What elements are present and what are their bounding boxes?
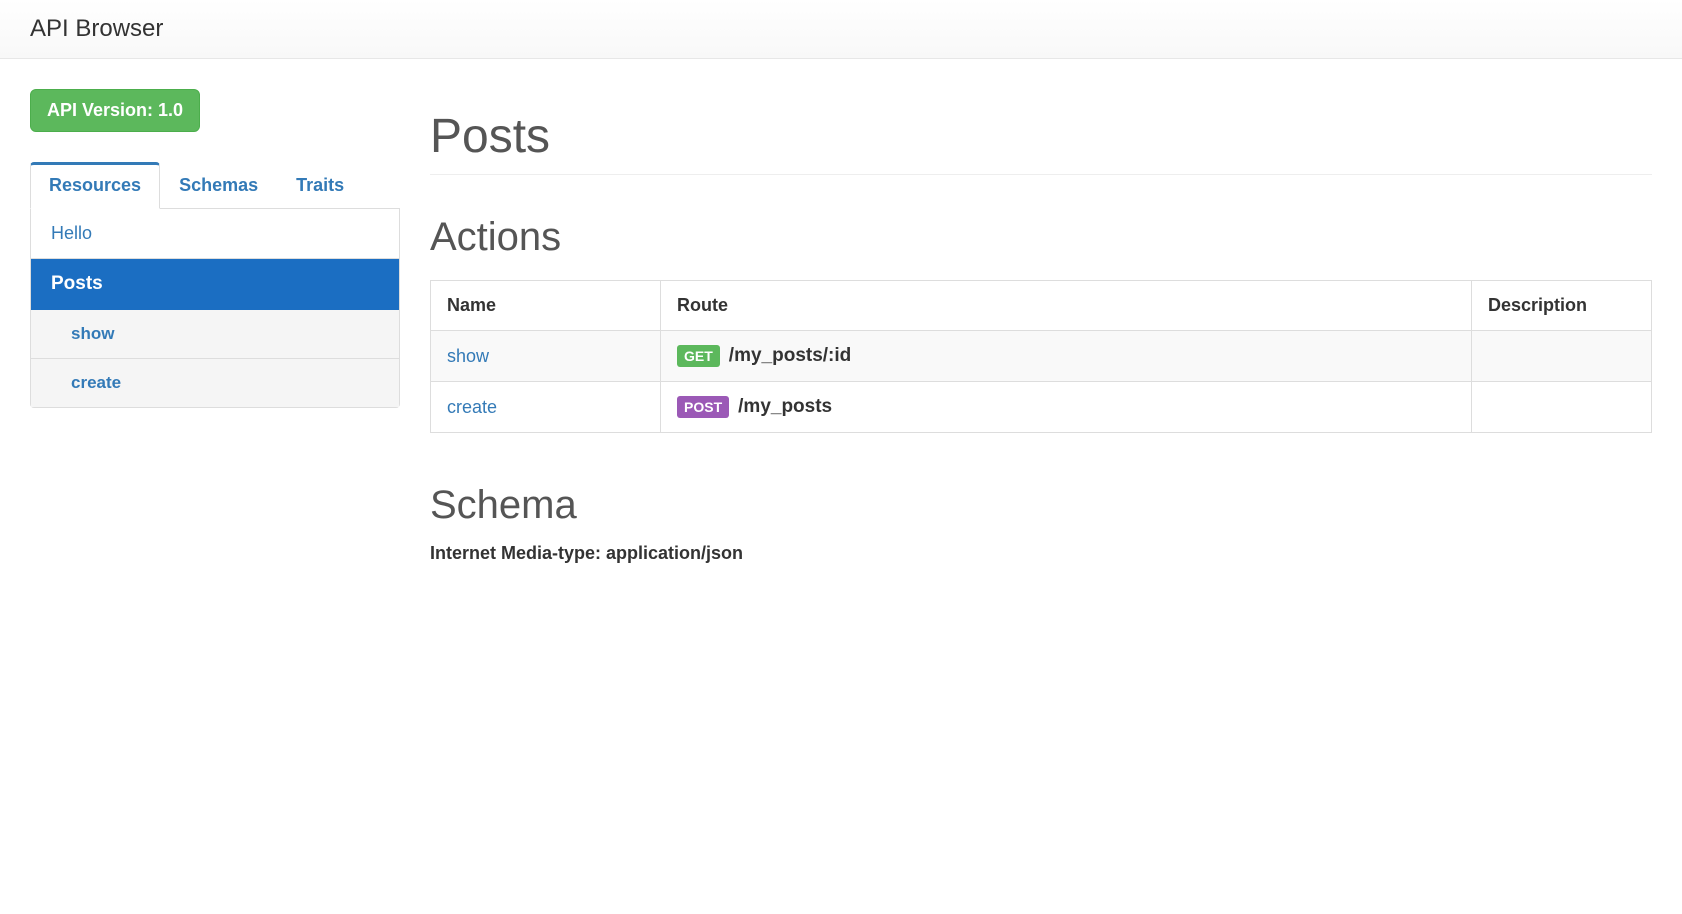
sidebar: API Version: 1.0 Resources Schemas Trait…: [30, 89, 400, 564]
route-path: /my_posts: [738, 396, 832, 417]
actions-table: Name Route Description show GET /my_post…: [430, 280, 1652, 433]
media-type-label: Internet Media-type: application/json: [430, 543, 1652, 564]
sidebar-panel: Hello Posts show create: [30, 209, 400, 408]
action-name-cell: show: [431, 331, 661, 382]
action-name-cell: create: [431, 382, 661, 433]
route-path: /my_posts/:id: [729, 345, 851, 366]
api-version-button[interactable]: API Version: 1.0: [30, 89, 200, 132]
action-link-create[interactable]: create: [447, 397, 497, 417]
table-row: create POST /my_posts: [431, 382, 1652, 433]
tab-traits[interactable]: Traits: [277, 162, 363, 209]
main-content: Posts Actions Name Route Description sho…: [430, 89, 1652, 564]
main-container: API Version: 1.0 Resources Schemas Trait…: [0, 59, 1682, 594]
action-link-show[interactable]: show: [447, 346, 489, 366]
table-row: show GET /my_posts/:id: [431, 331, 1652, 382]
actions-heading: Actions: [430, 215, 1652, 260]
action-description-cell: [1472, 331, 1652, 382]
navbar: API Browser: [0, 0, 1682, 59]
schema-heading: Schema: [430, 483, 1652, 528]
tab-resources[interactable]: Resources: [30, 162, 160, 209]
navbar-brand[interactable]: API Browser: [30, 15, 163, 42]
http-method-badge: GET: [677, 345, 720, 367]
page-title: Posts: [430, 109, 1652, 175]
th-description: Description: [1472, 281, 1652, 331]
sidebar-item-hello[interactable]: Hello: [31, 209, 399, 259]
sidebar-subitem-create[interactable]: create: [31, 359, 399, 407]
sidebar-subitem-show[interactable]: show: [31, 310, 399, 359]
sidebar-tabs: Resources Schemas Traits: [30, 162, 400, 209]
th-name: Name: [431, 281, 661, 331]
sidebar-item-label[interactable]: Posts: [51, 273, 103, 294]
sidebar-item-posts[interactable]: Posts: [31, 259, 399, 310]
action-route-cell: GET /my_posts/:id: [661, 331, 1472, 382]
sidebar-subitem-label[interactable]: show: [71, 324, 114, 343]
sidebar-subitem-label[interactable]: create: [71, 373, 121, 392]
sidebar-item-label[interactable]: Hello: [51, 223, 92, 243]
tab-schemas-label[interactable]: Schemas: [160, 162, 277, 209]
tab-schemas[interactable]: Schemas: [160, 162, 277, 209]
http-method-badge: POST: [677, 396, 729, 418]
tab-traits-label[interactable]: Traits: [277, 162, 363, 209]
action-route-cell: POST /my_posts: [661, 382, 1472, 433]
table-header-row: Name Route Description: [431, 281, 1652, 331]
tab-resources-label[interactable]: Resources: [30, 162, 160, 209]
action-description-cell: [1472, 382, 1652, 433]
resource-list: Hello Posts show create: [31, 209, 399, 407]
th-route: Route: [661, 281, 1472, 331]
